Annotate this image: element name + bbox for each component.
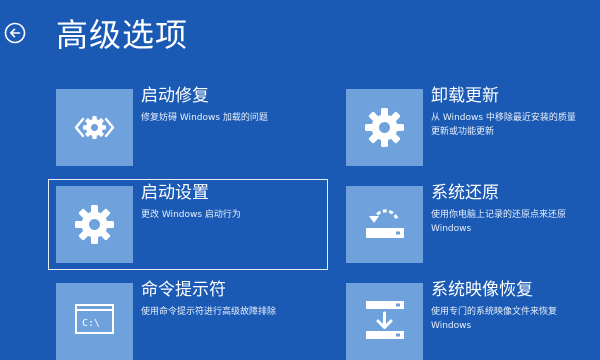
- gear-icon: [75, 205, 114, 244]
- option-title[interactable]: 卸载更新: [431, 85, 499, 107]
- option-description: 使用你电脑上记录的还原点来还原 Windows: [431, 210, 567, 234]
- option-tile[interactable]: C:\: [56, 283, 133, 360]
- restore-drive-icon: [366, 209, 404, 238]
- option-tile[interactable]: [56, 186, 133, 263]
- option-tile[interactable]: [346, 186, 423, 263]
- option-tile[interactable]: [346, 283, 423, 360]
- option-title[interactable]: 系统还原: [431, 182, 499, 204]
- option-title[interactable]: 启动修复: [141, 85, 209, 107]
- option-description: 修复妨碍 Windows 加载的问题: [141, 113, 268, 123]
- page-title: 高级选项: [56, 16, 189, 54]
- option-description: 使用专门的系统映像文件来恢复 Windows: [431, 307, 558, 331]
- gear-code-icon: [74, 116, 115, 139]
- svg-text:C:\: C:\: [82, 318, 100, 329]
- command-prompt-icon: C:\: [75, 304, 114, 334]
- option-description: 从 Windows 中移除最近安装的质量 更新或功能更新: [431, 113, 576, 137]
- option-title[interactable]: 命令提示符: [141, 279, 226, 301]
- option-description: 使用命令提示符进行高级故障排除: [141, 307, 277, 317]
- option-tile[interactable]: [346, 89, 423, 166]
- back-button[interactable]: [4, 22, 26, 44]
- image-recovery-icon: [366, 301, 404, 339]
- gear-icon: [365, 108, 404, 147]
- option-title[interactable]: 系统映像恢复: [431, 279, 533, 301]
- option-title[interactable]: 启动设置: [141, 182, 209, 204]
- option-description: 更改 Windows 启动行为: [141, 210, 241, 220]
- back-arrow-icon: [4, 22, 26, 44]
- option-tile[interactable]: [56, 89, 133, 166]
